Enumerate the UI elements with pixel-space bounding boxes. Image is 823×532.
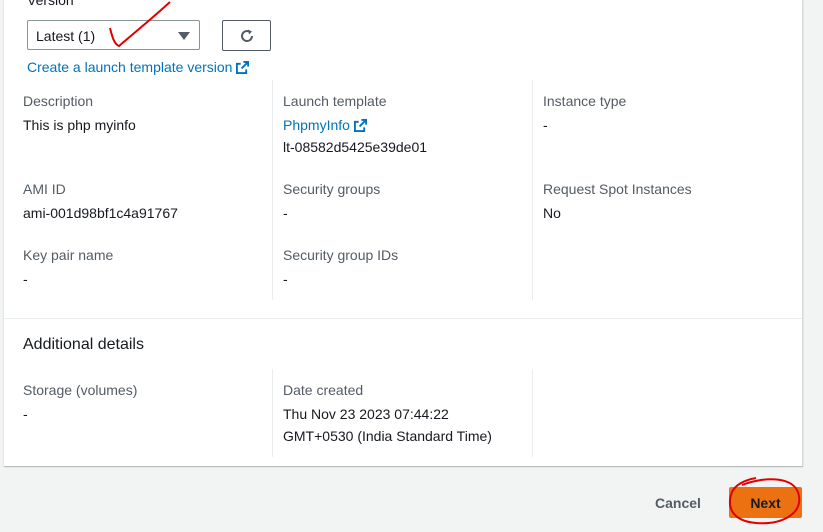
key-pair-label: Key pair name <box>23 247 114 263</box>
storage-label: Storage (volumes) <box>23 382 138 398</box>
ami-id-label: AMI ID <box>23 181 66 197</box>
create-template-version-link[interactable]: Create a launch template version <box>27 59 250 75</box>
date-created-line1: Thu Nov 23 2023 07:44:22 <box>283 406 449 422</box>
launch-template-id: lt-08582d5425e39de01 <box>283 139 428 155</box>
version-label: Version <box>27 0 74 8</box>
next-button[interactable]: Next <box>729 487 802 518</box>
column-divider <box>272 80 273 300</box>
external-link-icon <box>236 61 250 74</box>
refresh-button[interactable] <box>222 20 271 51</box>
section-divider <box>4 318 802 319</box>
description-value: This is php myinfo <box>23 117 136 133</box>
security-groups-label: Security groups <box>283 181 381 197</box>
security-group-ids-value: - <box>283 271 288 287</box>
version-select-value: Latest (1) <box>36 28 96 44</box>
column-divider <box>532 80 533 300</box>
refresh-icon <box>241 29 254 42</box>
external-link-icon <box>353 119 367 132</box>
date-created-label: Date created <box>283 382 364 398</box>
request-spot-value: No <box>543 205 561 221</box>
description-label: Description <box>23 93 94 109</box>
storage-value: - <box>23 406 28 422</box>
additional-details-heading: Additional details <box>23 336 144 353</box>
column-divider <box>272 369 273 457</box>
instance-type-label: Instance type <box>543 93 627 109</box>
launch-template-label: Launch template <box>283 93 387 109</box>
launch-template-link[interactable]: PhpmyInfo <box>283 117 367 133</box>
request-spot-label: Request Spot Instances <box>543 181 692 197</box>
version-select[interactable]: Latest (1) <box>27 20 200 50</box>
security-groups-value: - <box>283 205 288 221</box>
column-divider <box>532 369 533 457</box>
create-template-version-label: Create a launch template version <box>27 59 233 75</box>
cancel-button[interactable]: Cancel <box>655 495 701 511</box>
security-group-ids-label: Security group IDs <box>283 247 399 263</box>
ami-id-value: ami-001d98bf1c4a91767 <box>23 205 178 221</box>
launch-template-name: PhpmyInfo <box>283 117 350 133</box>
date-created-line2: GMT+0530 (India Standard Time) <box>283 428 492 444</box>
instance-type-value: - <box>543 117 548 133</box>
caret-down-icon <box>178 32 190 40</box>
key-pair-value: - <box>23 271 28 287</box>
